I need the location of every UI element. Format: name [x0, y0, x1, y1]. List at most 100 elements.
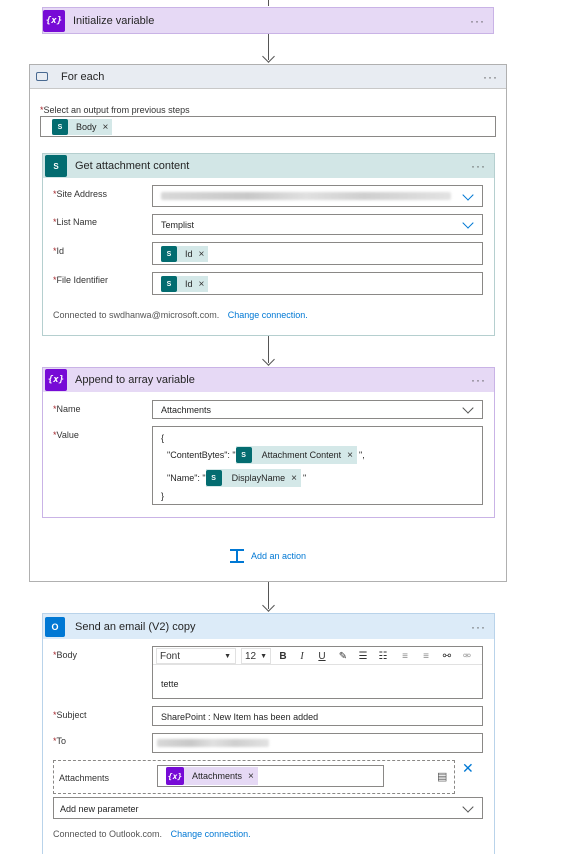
send-email-header[interactable]: O Send an email (V2) copy ··· — [43, 614, 494, 639]
underline-button[interactable]: U — [314, 648, 330, 664]
variable-name-value: Attachments — [161, 405, 212, 415]
append-array-header[interactable]: {x} Append to array variable ··· — [43, 368, 494, 392]
initialize-variable-card[interactable]: {x} Initialize variable ··· — [42, 7, 494, 34]
link-icon[interactable]: ⚯ — [439, 648, 455, 664]
list-name-dropdown[interactable]: Templist — [152, 214, 483, 235]
to-field[interactable] — [152, 733, 483, 753]
loop-icon — [36, 72, 48, 81]
remove-token-icon[interactable]: × — [199, 279, 205, 290]
sharepoint-icon: S — [161, 276, 177, 292]
add-new-parameter-dropdown[interactable]: Add new parameter — [53, 797, 483, 819]
attachments-token[interactable]: {x} Attachments × — [166, 767, 258, 785]
for-each-header[interactable]: For each ··· — [30, 65, 506, 89]
content-bytes-line: "ContentBytes": " S Attachment Content ×… — [167, 446, 365, 464]
close-brace: } — [161, 491, 165, 501]
unlink-icon[interactable]: ⚮ — [459, 648, 475, 664]
add-new-parameter-placeholder: Add new parameter — [60, 804, 139, 814]
list-name-value: Templist — [161, 220, 195, 230]
id-field[interactable]: S Id × — [152, 242, 483, 265]
subject-field[interactable]: SharePoint : New Item has been added — [152, 706, 483, 726]
remove-token-icon[interactable]: × — [248, 771, 254, 782]
pen-icon[interactable]: ✎ — [335, 648, 351, 664]
get-attachment-title: Get attachment content — [75, 160, 190, 172]
sharepoint-icon: S — [45, 155, 67, 177]
site-address-dropdown[interactable] — [152, 185, 483, 207]
attachments-param-row: Attachments {x} Attachments × ▤ — [53, 760, 455, 794]
append-array-title: Append to array variable — [75, 374, 195, 386]
id-token[interactable]: S Id × — [161, 246, 209, 262]
italic-button[interactable]: I — [294, 648, 310, 664]
more-options-icon[interactable]: ··· — [471, 373, 486, 387]
add-action-button[interactable]: Add an action — [230, 549, 306, 563]
attachments-label: Attachments — [59, 773, 110, 783]
decrease-indent-icon[interactable]: ≡ — [397, 648, 413, 664]
variable-icon: {x} — [166, 767, 184, 785]
numbered-list-icon[interactable]: ☷ — [375, 648, 391, 664]
for-each-title: For each — [61, 70, 105, 83]
sharepoint-icon: S — [52, 119, 68, 135]
chevron-down-icon — [462, 801, 474, 813]
body-label: *Body — [53, 650, 78, 660]
site-address-label: *Site Address — [53, 189, 108, 199]
to-label: *To — [53, 736, 67, 746]
file-identifier-label: *File Identifier — [53, 275, 109, 285]
get-attachment-card: S Get attachment content ··· *Site Addre… — [42, 153, 495, 336]
add-action-icon — [230, 549, 244, 563]
output-field[interactable]: S Body × — [40, 116, 496, 137]
remove-token-icon[interactable]: × — [347, 450, 353, 461]
connection-info: Connected to swdhanwa@microsoft.com. Cha… — [53, 310, 308, 320]
id-label: *Id — [53, 246, 65, 256]
send-email-title: Send an email (V2) copy — [75, 620, 196, 633]
sharepoint-icon: S — [161, 246, 177, 262]
increase-indent-icon[interactable]: ≡ — [418, 648, 434, 664]
arrow-down-icon — [262, 599, 275, 612]
dynamic-content-icon[interactable]: ▤ — [437, 770, 447, 783]
change-connection-link[interactable]: Change connection. — [171, 829, 251, 839]
get-attachment-header[interactable]: S Get attachment content ··· — [43, 154, 494, 178]
bold-button[interactable]: B — [275, 648, 291, 664]
redacted-site-address — [161, 192, 451, 200]
send-email-card: O Send an email (V2) copy ··· *Body Font… — [42, 613, 495, 854]
output-label: *Select an output from previous steps — [40, 105, 190, 115]
attachments-field[interactable]: {x} Attachments × — [157, 765, 384, 787]
remove-token-icon[interactable]: × — [103, 122, 109, 133]
open-brace: { — [161, 433, 165, 443]
name-label: *Name — [53, 404, 81, 414]
more-options-icon[interactable]: ··· — [471, 159, 486, 173]
chevron-down-icon — [462, 189, 474, 201]
display-name-token[interactable]: S DisplayName × — [205, 469, 301, 487]
font-dropdown[interactable]: Font ▼ — [156, 648, 236, 664]
chevron-down-icon — [462, 217, 474, 229]
initialize-variable-title: Initialize variable — [73, 14, 155, 27]
variable-icon: {x} — [45, 369, 67, 391]
variable-name-dropdown[interactable]: Attachments — [152, 400, 483, 419]
remove-token-icon[interactable]: × — [199, 249, 205, 260]
arrow-down-icon — [262, 50, 275, 63]
rich-text-toolbar: Font ▼ 12 ▼ B I U ✎ ☰ ☷ ≡ ≡ ⚯ ⚮ — [153, 648, 482, 665]
remove-parameter-icon[interactable]: ✕ — [462, 760, 474, 777]
file-identifier-field[interactable]: S Id × — [152, 272, 483, 295]
arrow-down-icon — [262, 353, 275, 366]
chevron-down-icon — [462, 402, 474, 414]
connector-line — [268, 0, 269, 6]
value-field[interactable]: { "ContentBytes": " S Attachment Content… — [152, 426, 483, 505]
attachment-content-token[interactable]: S Attachment Content × — [235, 446, 358, 464]
bullet-list-icon[interactable]: ☰ — [355, 648, 371, 664]
sharepoint-icon: S — [235, 447, 252, 463]
connection-info: Connected to Outlook.com. Change connect… — [53, 829, 251, 839]
font-size-dropdown[interactable]: 12 ▼ — [241, 648, 271, 664]
outlook-icon: O — [45, 616, 65, 637]
file-identifier-token[interactable]: S Id × — [161, 276, 209, 292]
body-editor[interactable]: Font ▼ 12 ▼ B I U ✎ ☰ ☷ ≡ ≡ ⚯ ⚮ tette — [152, 646, 483, 699]
add-action-label: Add an action — [251, 551, 307, 561]
for-each-container: For each ··· *Select an output from prev… — [29, 64, 507, 582]
variable-icon: {x} — [43, 9, 65, 32]
more-options-icon[interactable]: ··· — [470, 14, 485, 28]
redacted-recipient — [157, 739, 269, 747]
list-name-label: *List Name — [53, 217, 98, 227]
body-token[interactable]: S Body × — [52, 119, 113, 135]
more-options-icon[interactable]: ··· — [471, 620, 486, 634]
more-options-icon[interactable]: ··· — [483, 70, 498, 84]
change-connection-link[interactable]: Change connection. — [228, 310, 308, 320]
remove-token-icon[interactable]: × — [291, 473, 297, 484]
